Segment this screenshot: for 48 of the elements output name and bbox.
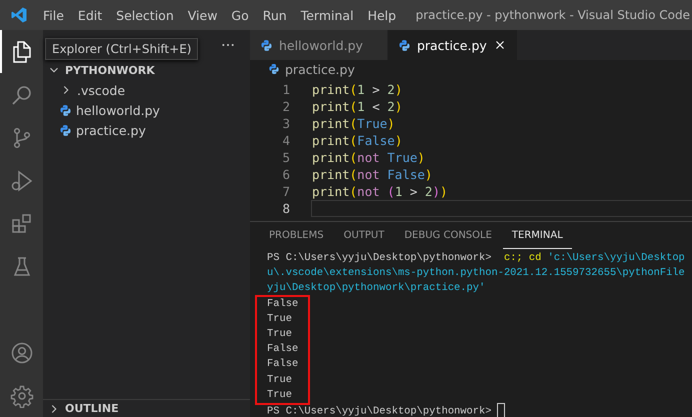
menu-item[interactable]: File — [36, 8, 71, 22]
python-file-icon — [398, 38, 411, 52]
terminal-line: PS C:\Users\yyju\Desktop\pythonwork> c:; cd 'c:\Users\yyju\Desktop — [267, 251, 686, 266]
line-number: 6 — [281, 167, 291, 182]
terminal-output-line: False — [267, 342, 298, 358]
terminal-output-line: True — [267, 388, 293, 403]
menu-item[interactable]: Edit — [70, 8, 110, 22]
terminal-output-line: False — [267, 296, 298, 312]
terminal-output-line: True — [267, 372, 293, 388]
editor-tab[interactable]: practice.py — [388, 30, 518, 60]
tooltip: Explorer (Ctrl+Shift+E) — [45, 38, 198, 60]
tree-item[interactable]: helloworld.py — [76, 102, 160, 118]
menu-item[interactable]: View — [180, 8, 224, 22]
menu-item[interactable]: Go — [224, 8, 256, 22]
tree-item[interactable]: practice.py — [76, 122, 146, 138]
python-file-icon — [268, 63, 280, 75]
menu-item[interactable]: Run — [256, 8, 294, 22]
terminal-prompt: PS C:\Users\yyju\Desktop\pythonwork> — [267, 405, 492, 417]
panel-tab[interactable]: OUTPUT — [334, 222, 394, 249]
terminal-line: u\.vscode\extensions\ms-python.python-2021.12.1559732655\pythonFile — [267, 266, 686, 282]
line-number: 7 — [281, 184, 291, 199]
terminal-line: yju\Desktop\pythonwork\practice.py' — [267, 281, 486, 296]
panel-tab[interactable]: DEBUG CONSOLE — [395, 222, 501, 249]
menu-item[interactable]: Selection — [109, 8, 181, 22]
editor-tab[interactable]: helloworld.py — [250, 30, 388, 60]
folder-label[interactable]: PYTHONWORK — [65, 64, 155, 76]
line-number: 2 — [281, 99, 291, 114]
terminal-cursor — [497, 403, 506, 417]
tree-item[interactable]: .vscode — [77, 82, 126, 98]
python-file-icon — [59, 124, 72, 136]
python-file-icon — [260, 38, 273, 52]
panel-tab[interactable]: PROBLEMS — [260, 222, 333, 249]
menu-item[interactable]: Help — [360, 8, 404, 22]
menu-item[interactable]: Terminal — [294, 8, 361, 22]
terminal-output-line: True — [267, 312, 293, 327]
window-title: practice.py - pythonwork - Visual Studio Code — [416, 8, 691, 22]
outline-section[interactable]: OUTLINE — [65, 402, 119, 415]
line-number: 1 — [281, 82, 291, 97]
terminal-output-line: True — [267, 327, 293, 342]
line-number: 3 — [281, 116, 291, 131]
panel-tab[interactable]: TERMINAL — [502, 222, 572, 249]
python-file-icon — [59, 104, 72, 116]
line-number: 8 — [281, 201, 291, 216]
vscode-logo — [10, 6, 28, 24]
breadcrumb[interactable]: practice.py — [285, 62, 355, 76]
terminal-output-line: False — [267, 357, 298, 372]
line-number: 4 — [281, 133, 291, 148]
line-number: 5 — [281, 150, 291, 165]
